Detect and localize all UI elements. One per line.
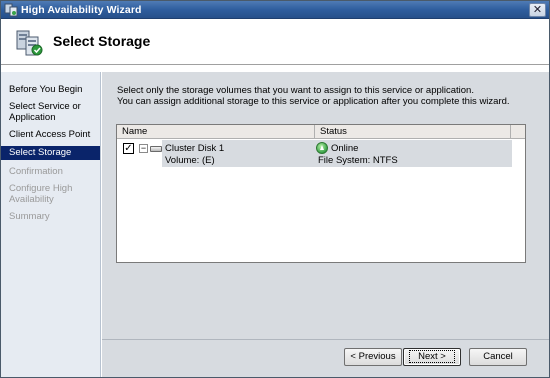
cancel-button[interactable]: Cancel <box>469 348 527 366</box>
disk-filesystem: File System: NTFS <box>318 155 398 166</box>
previous-button[interactable]: < Previous <box>344 348 402 366</box>
previous-button-label: < Previous <box>350 351 396 362</box>
nav-step-label: Client Access Point <box>9 129 91 140</box>
column-header-name[interactable]: Name <box>117 125 315 139</box>
nav-step-before-you-begin[interactable]: Before You Begin <box>1 84 100 95</box>
disk-status: Online <box>331 143 359 154</box>
nav-step-configure-high-availability: Configure High Availability <box>1 183 81 205</box>
minus-icon: − <box>140 143 147 153</box>
nav-step-label: Configure High Availability <box>9 183 73 205</box>
instructions-line-1: Select only the storage volumes that you… <box>117 85 474 96</box>
wizard-header: Select Storage <box>1 20 549 65</box>
nav-step-select-storage[interactable]: Select Storage <box>1 146 100 160</box>
nav-step-label: Summary <box>9 211 50 222</box>
list-header: Name Status <box>117 125 525 139</box>
cluster-servers-icon <box>16 30 43 56</box>
nav-step-client-access-point[interactable]: Client Access Point <box>1 129 100 140</box>
disk-volume: Volume: (E) <box>165 155 215 166</box>
column-header-status[interactable]: Status <box>315 125 511 139</box>
online-status-icon <box>316 142 328 154</box>
nav-step-label: Confirmation <box>9 166 63 177</box>
next-button-label: Next > <box>409 350 455 363</box>
main-content: Select only the storage volumes that you… <box>102 72 549 339</box>
storage-list[interactable]: Name Status ✓ − Cluster Disk 1 Online Vo… <box>116 124 526 263</box>
nav-step-label: Before You Begin <box>9 84 83 95</box>
cluster-app-icon <box>4 3 18 17</box>
disk-icon <box>150 146 162 152</box>
disk-checkbox[interactable]: ✓ <box>123 143 134 154</box>
cancel-button-label: Cancel <box>483 351 513 362</box>
nav-step-summary: Summary <box>1 211 100 222</box>
column-header-label: Name <box>122 126 148 137</box>
window-title: High Availability Wizard <box>21 4 142 16</box>
title-bar[interactable]: High Availability Wizard ✕ <box>1 1 549 19</box>
nav-step-confirmation: Confirmation <box>1 166 100 177</box>
nav-step-label: Select Service or Application <box>9 101 81 123</box>
close-icon: ✕ <box>532 4 543 16</box>
wizard-footer: < Previous Next > Cancel <box>102 339 549 377</box>
wizard-window: High Availability Wizard ✕ Select Storag… <box>0 0 550 378</box>
nav-step-select-service[interactable]: Select Service or Application <box>1 101 81 123</box>
close-button[interactable]: ✕ <box>529 3 546 17</box>
column-header-label: Status <box>320 126 347 137</box>
check-icon: ✓ <box>124 143 133 154</box>
disk-name: Cluster Disk 1 <box>165 143 225 154</box>
instructions-line-2: You can assign additional storage to thi… <box>117 96 510 107</box>
page-title: Select Storage <box>53 33 151 49</box>
nav-step-label: Select Storage <box>9 147 72 158</box>
collapse-toggle[interactable]: − <box>139 144 148 153</box>
wizard-steps-nav: Before You Begin Select Service or Appli… <box>1 72 101 377</box>
next-button[interactable]: Next > <box>403 348 461 366</box>
instructions: Select only the storage volumes that you… <box>117 85 537 107</box>
